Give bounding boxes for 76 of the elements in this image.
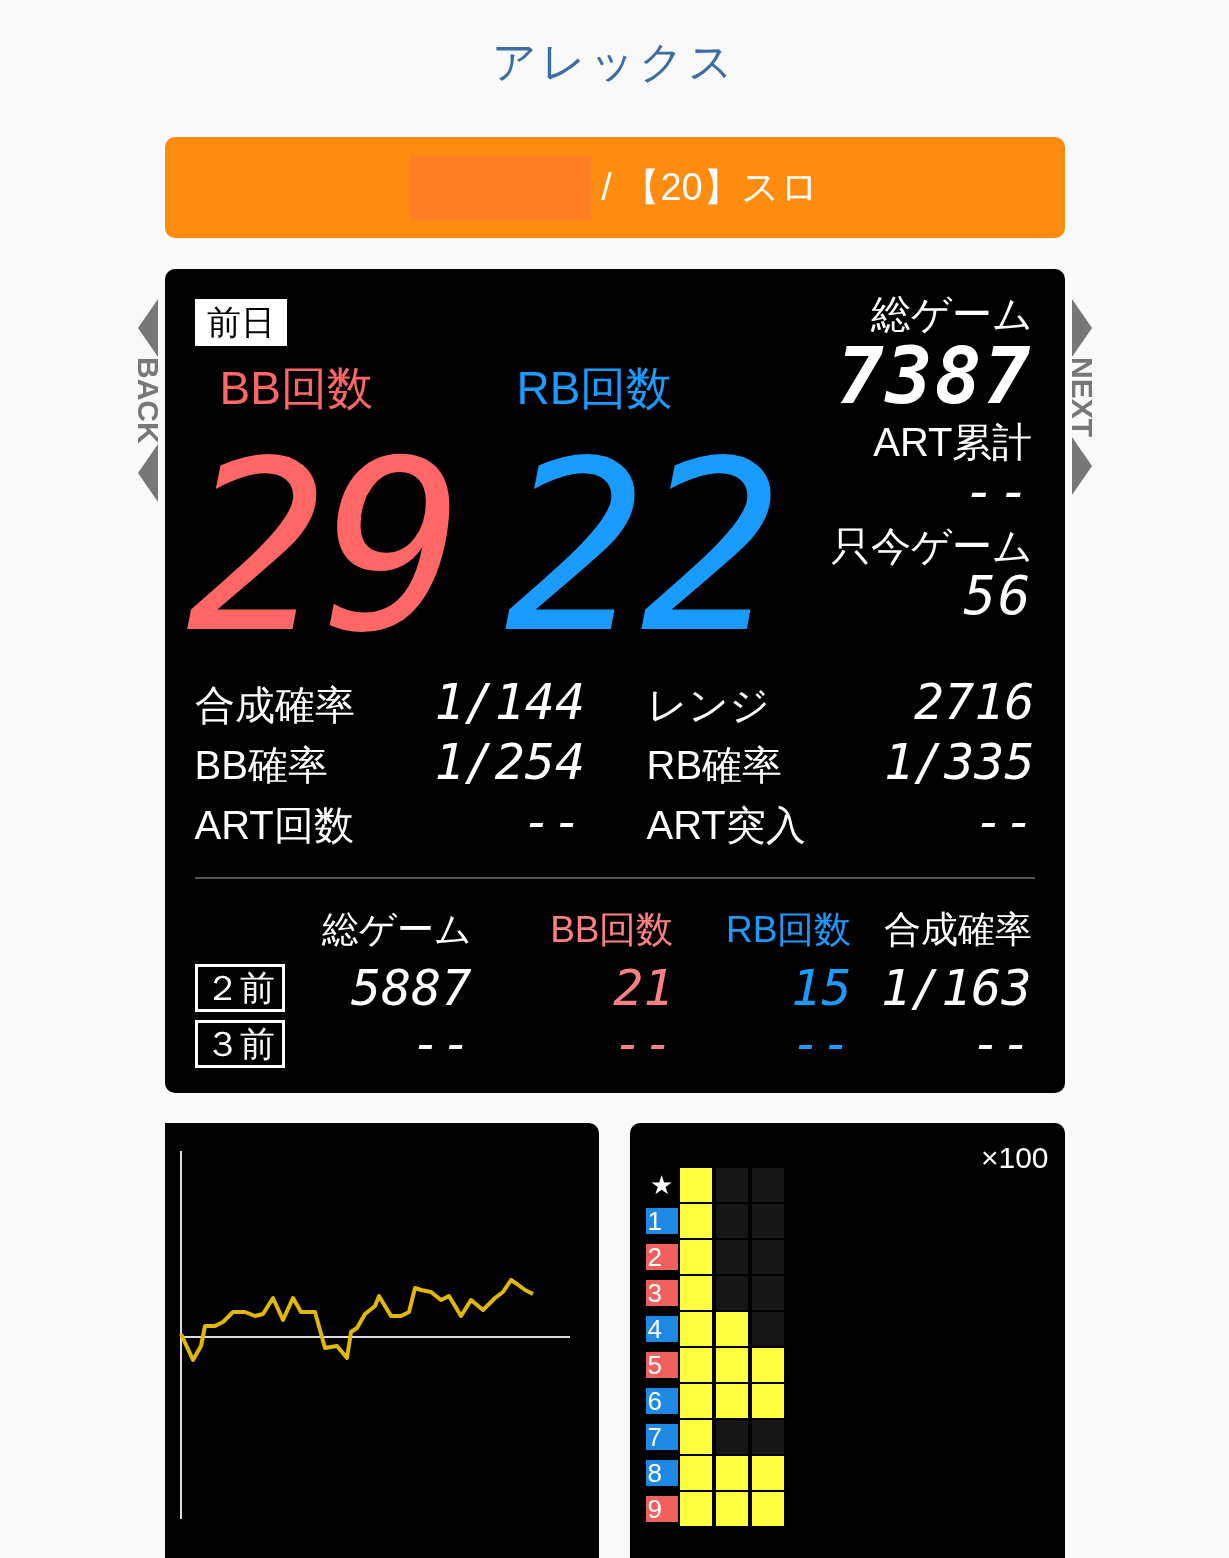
table-cell-text: -- [790,1019,852,1069]
stat-label: ART累計 [873,419,1033,465]
column-header: BB回数 [549,908,674,952]
block-marker [679,1384,712,1418]
page-title: アレックス [492,36,737,88]
row-label: 9 [645,1496,678,1522]
table-cell-text: -- [410,1019,472,1069]
row-label: 4 [645,1316,678,1342]
block-marker [715,1492,748,1526]
row-label: 7 [645,1424,678,1450]
right-arrow-icon[interactable] [1069,437,1094,495]
stat-label: 合成確率 [194,682,356,729]
stat-value: 1/254 [434,737,583,793]
block-marker [679,1348,712,1382]
table-cell-text: 21 [612,963,674,1013]
machine-name: / 【20】スロ [601,165,819,210]
block-marker [715,1456,748,1490]
stat-value: -- [963,465,1033,519]
stat-label: RB確率 [646,742,784,789]
block-marker [751,1348,784,1382]
stat-label: 只今ゲーム [830,523,1033,569]
block-marker [679,1420,712,1454]
block-marker [715,1384,748,1418]
right-arrow-icon[interactable] [1069,299,1094,357]
block-marker [679,1204,712,1238]
stat-label: BB確率 [194,742,329,789]
block-marker [751,1456,784,1490]
stat-label: ART回数 [194,802,355,849]
stat-value: 1/144 [434,677,583,733]
block-marker [751,1492,784,1526]
column-header: 合成確率 [882,908,1032,952]
day-badge: ２前 [194,964,285,1012]
stat-value: -- [521,797,583,853]
back-button[interactable]: BACK [134,299,161,502]
block-marker [679,1312,712,1346]
column-header: RB回数 [725,908,852,952]
stat-value: 7387 [836,337,1033,415]
stat-value: 56 [963,569,1033,623]
day-badge: ３前 [194,1020,285,1068]
row-label: 1 [645,1208,678,1234]
row-label: 3 [645,1280,678,1306]
bb-label: BB回数 [219,360,374,416]
table-cell-text: 5887 [350,963,472,1013]
rb-count: 22 [504,430,777,666]
left-arrow-icon[interactable] [135,443,160,502]
stat-value: 2716 [913,677,1035,733]
stat-label: 総ゲーム [870,291,1033,337]
rb-label: RB回数 [516,360,673,416]
block-marker [751,1384,784,1418]
row-label: 2 [645,1244,678,1270]
bb-count: 29 [186,430,459,666]
row-label: 6 [645,1388,678,1414]
row-label: ★ [649,1172,674,1198]
unit-label: ×100 [980,1140,1049,1176]
block-marker [715,1348,748,1382]
table-cell-text: 15 [790,963,852,1013]
stat-label: ART突入 [646,802,807,849]
day-tab[interactable]: 前日 [194,299,287,346]
stat-value: -- [973,797,1035,853]
block-marker [679,1240,712,1274]
table-cell-text: -- [970,1019,1032,1069]
next-button[interactable]: NEXT [1068,299,1095,495]
row-label: 5 [645,1352,678,1378]
block-marker [679,1492,712,1526]
row-label: 8 [645,1460,678,1486]
block-marker [715,1312,748,1346]
block-marker [679,1168,712,1202]
stat-label: レンジ [646,682,771,729]
left-arrow-icon[interactable] [135,299,160,357]
table-cell-text: 1/163 [880,963,1032,1013]
stat-value: 1/335 [883,737,1035,793]
block-marker [679,1276,712,1310]
machine-bar[interactable]: / 【20】スロ [164,137,1065,238]
block-marker [679,1456,712,1490]
column-header: 総ゲーム [320,908,472,952]
table-cell-text: -- [612,1019,674,1069]
